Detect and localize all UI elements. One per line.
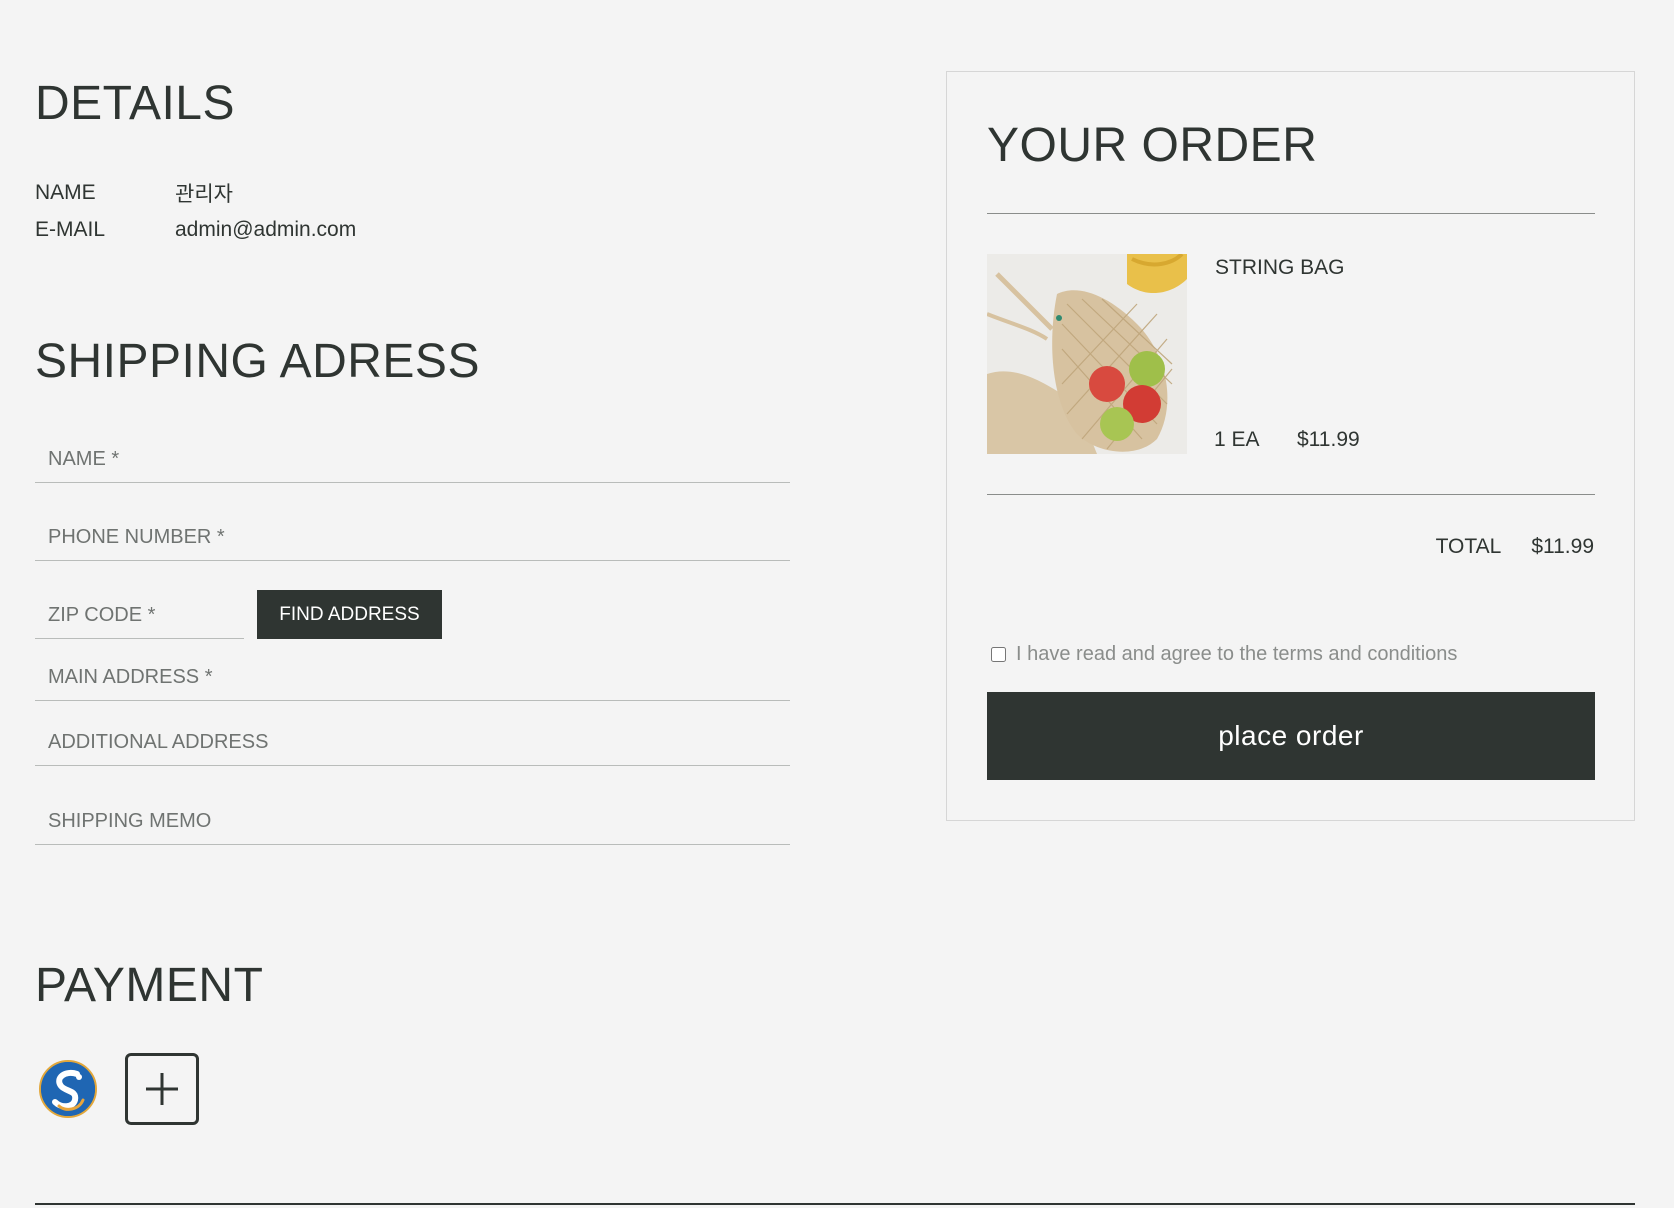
shipping-main-address-field (35, 655, 790, 701)
order-item-name: STRING BAG (1215, 256, 1345, 279)
detail-name-value: 관리자 (175, 183, 233, 206)
payment-methods (35, 1053, 199, 1125)
detail-name-label: NAME (35, 181, 96, 204)
order-divider (987, 213, 1595, 214)
detail-email-value: admin@admin.com (175, 218, 357, 241)
shipping-name-field (35, 437, 790, 483)
order-summary-panel: YOUR ORDER STRING BAG 1 EA $11.99 TOTAL … (946, 71, 1635, 821)
shipping-memo-input[interactable] (35, 799, 790, 844)
checkout-page: DETAILS NAME 관리자 E-MAIL admin@admin.com … (0, 0, 1674, 1208)
terms-label: I have read and agree to the terms and c… (1016, 643, 1458, 665)
bank-logo-icon[interactable] (39, 1060, 97, 1118)
detail-name-row: NAME 관리자 (35, 178, 233, 208)
order-divider (987, 494, 1595, 495)
shipping-address-title: SHIPPING ADRESS (35, 335, 480, 388)
payment-title: PAYMENT (35, 959, 264, 1012)
shipping-additional-address-field (35, 720, 790, 766)
add-payment-method-button[interactable] (125, 1053, 199, 1125)
shipping-main-address-input[interactable] (35, 655, 790, 700)
shipping-zip-input[interactable] (35, 593, 244, 638)
order-title: YOUR ORDER (987, 119, 1318, 172)
shipping-memo-field (35, 799, 790, 845)
place-order-button[interactable]: place order (987, 692, 1595, 780)
shipping-additional-address-input[interactable] (35, 720, 790, 765)
product-image (987, 254, 1187, 454)
find-address-button[interactable]: FIND ADDRESS (257, 590, 442, 639)
shipping-name-input[interactable] (35, 437, 790, 482)
shipping-phone-input[interactable] (35, 515, 790, 560)
order-total-row: TOTAL $11.99 (1436, 535, 1594, 559)
shipping-phone-field (35, 515, 790, 561)
terms-agreement[interactable]: I have read and agree to the terms and c… (991, 643, 1457, 666)
detail-email-label: E-MAIL (35, 218, 106, 241)
order-total-label: TOTAL (1435, 535, 1502, 558)
order-total-value: $11.99 (1531, 535, 1594, 558)
order-item-price: $11.99 (1297, 428, 1360, 451)
shipping-zip-field (35, 593, 244, 639)
footer-divider (35, 1203, 1635, 1205)
terms-checkbox[interactable] (991, 647, 1006, 662)
order-item-quantity: 1 EA (1214, 428, 1260, 451)
detail-email-row: E-MAIL admin@admin.com (35, 218, 356, 242)
details-title: DETAILS (35, 77, 235, 130)
plus-icon (146, 1073, 178, 1105)
